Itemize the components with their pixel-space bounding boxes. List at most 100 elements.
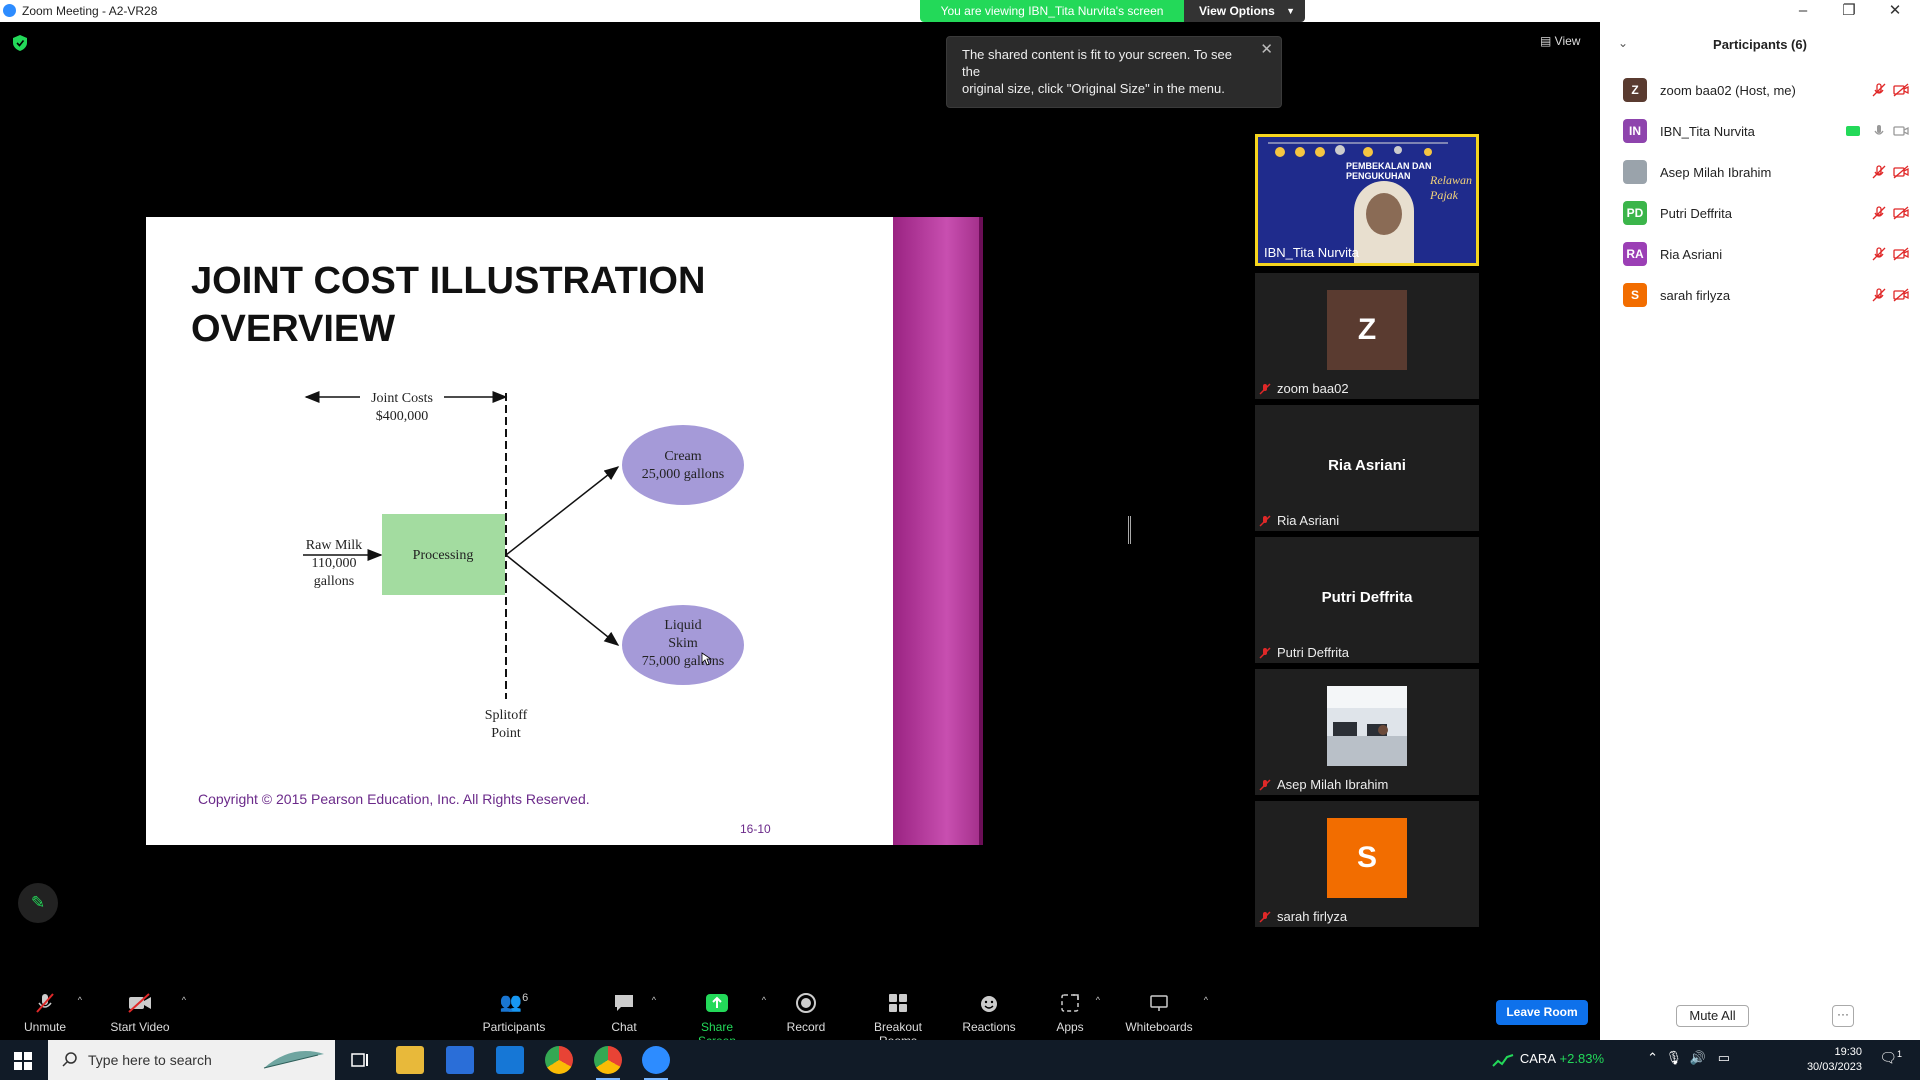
- view-button[interactable]: ▤ View: [1540, 34, 1580, 48]
- joint-costs-amount: $400,000: [376, 409, 429, 424]
- mic-muted-icon: [1259, 911, 1271, 923]
- participant-row[interactable]: Z zoom baa02 (Host, me): [1600, 68, 1920, 109]
- chevron-up-icon[interactable]: ⌃: [1647, 1050, 1658, 1066]
- participant-row[interactable]: S sarah firlyza: [1600, 273, 1920, 314]
- video-off-icon[interactable]: [1892, 246, 1910, 262]
- reactions-button[interactable]: Reactions: [962, 992, 1016, 1034]
- participant-name: Putri Deffrita: [1660, 206, 1733, 221]
- meeting-toolbar: Unmute ^ Start Video ^ 👥6 Participants C…: [0, 980, 1600, 1048]
- start-video-button[interactable]: Start Video ^: [108, 992, 186, 1034]
- video-icon[interactable]: [1892, 123, 1910, 139]
- whiteboards-label: Whiteboards: [1125, 1020, 1193, 1034]
- video-tile-tita[interactable]: PEMBEKALAN DAN PENGUKUHAN Relawan Pajak …: [1255, 134, 1479, 266]
- video-tile-asep[interactable]: Asep Milah Ibrahim: [1255, 669, 1479, 795]
- leave-room-button[interactable]: Leave Room: [1496, 1000, 1588, 1025]
- store-icon[interactable]: [446, 1046, 474, 1074]
- notifications-icon[interactable]: 🗨1: [1879, 1049, 1902, 1067]
- unmute-button[interactable]: Unmute ^: [22, 992, 82, 1034]
- raw-milk-qty: 110,000: [312, 556, 357, 571]
- participant-row[interactable]: IN IBN_Tita Nurvita: [1600, 109, 1920, 150]
- restore-button[interactable]: ❐: [1826, 0, 1872, 22]
- mail-icon[interactable]: [496, 1046, 524, 1074]
- zoom-taskbar-icon[interactable]: [642, 1046, 670, 1080]
- video-face: [1366, 193, 1402, 235]
- caret-up-icon[interactable]: ^: [1204, 995, 1208, 1005]
- stock-name[interactable]: CARA: [1520, 1051, 1556, 1066]
- record-button[interactable]: Record: [786, 992, 826, 1034]
- video-tile-ria[interactable]: Ria Asriani Ria Asriani: [1255, 405, 1479, 531]
- mic-muted-icon: [1259, 515, 1271, 527]
- video-tile-zoom-baa02[interactable]: Z zoom baa02: [1255, 273, 1479, 399]
- chrome-profile-icon[interactable]: [594, 1046, 622, 1080]
- mic-icon[interactable]: [1871, 123, 1887, 139]
- volume-icon[interactable]: 🔊: [1690, 1050, 1706, 1066]
- mic-muted-icon[interactable]: [1871, 246, 1887, 262]
- participants-title: Participants (6): [1713, 37, 1807, 52]
- screen-share-icon: [1846, 126, 1860, 136]
- mic-muted-icon: [36, 993, 54, 1013]
- participant-row[interactable]: RA Ria Asriani: [1600, 232, 1920, 273]
- caret-up-icon[interactable]: ^: [78, 995, 82, 1005]
- shield-icon[interactable]: [13, 35, 27, 51]
- view-banner: You are viewing IBN_Tita Nurvita's scree…: [920, 0, 1305, 22]
- annotate-pencil-icon[interactable]: ✎: [18, 883, 58, 923]
- mic-muted-icon[interactable]: [1871, 287, 1887, 303]
- whiteboards-button[interactable]: Whiteboards ^: [1124, 992, 1208, 1034]
- tile-banner-script: Relawan Pajak: [1430, 173, 1472, 202]
- video-off-icon[interactable]: [1892, 205, 1910, 221]
- mic-muted-icon[interactable]: [1871, 82, 1887, 98]
- chrome-icon[interactable]: [545, 1046, 573, 1074]
- caret-up-icon[interactable]: ^: [1096, 995, 1100, 1005]
- mic-muted-icon[interactable]: [1871, 205, 1887, 221]
- slide-copyright: Copyright © 2015 Pearson Education, Inc.…: [198, 791, 590, 807]
- participant-name: IBN_Tita Nurvita: [1660, 124, 1755, 139]
- view-options-button[interactable]: View Options ▼: [1184, 0, 1305, 22]
- participant-name: sarah firlyza: [1660, 288, 1731, 303]
- notification-count: 1: [1896, 1049, 1902, 1059]
- mute-all-button[interactable]: Mute All: [1676, 1005, 1749, 1027]
- participant-row[interactable]: PD Putri Deffrita: [1600, 191, 1920, 232]
- video-tile-putri[interactable]: Putri Deffrita Putri Deffrita: [1255, 537, 1479, 663]
- chat-label: Chat: [611, 1020, 637, 1034]
- network-icon[interactable]: ▭: [1718, 1050, 1730, 1066]
- joint-cost-diagram: Joint Costs $400,000 Raw Milk 110,000 ga…: [303, 391, 744, 741]
- search-placeholder: Type here to search: [88, 1052, 212, 1068]
- avatar: S: [1327, 818, 1407, 898]
- microphone-icon[interactable]: 🎙: [1665, 1050, 1682, 1066]
- participants-label: Participants: [482, 1020, 546, 1034]
- splitter-handle[interactable]: [1128, 516, 1131, 544]
- video-off-icon[interactable]: [1892, 164, 1910, 180]
- video-tile-sarah[interactable]: S sarah firlyza: [1255, 801, 1479, 927]
- caret-up-icon[interactable]: ^: [182, 995, 186, 1005]
- clock-date: 30/03/2023: [1806, 1061, 1862, 1073]
- chat-button[interactable]: Chat ^: [606, 992, 656, 1034]
- more-options-button[interactable]: ···: [1832, 1005, 1854, 1027]
- record-icon: [796, 993, 816, 1013]
- close-window-button[interactable]: ✕: [1872, 0, 1918, 22]
- caret-up-icon[interactable]: ^: [652, 995, 656, 1005]
- windows-start-icon[interactable]: [14, 1052, 32, 1070]
- stock-change: +2.83%: [1559, 1051, 1604, 1066]
- tooltip-text-line1: The shared content is fit to your screen…: [962, 47, 1233, 79]
- video-off-icon[interactable]: [1892, 82, 1910, 98]
- task-view-icon[interactable]: [346, 1046, 374, 1074]
- caret-up-icon[interactable]: ^: [762, 995, 766, 1005]
- minimize-button[interactable]: –: [1780, 0, 1826, 22]
- participant-row[interactable]: Asep Milah Ibrahim: [1600, 150, 1920, 191]
- apps-button[interactable]: Apps ^: [1054, 992, 1100, 1034]
- file-explorer-icon[interactable]: [396, 1046, 424, 1074]
- record-label: Record: [786, 1020, 826, 1034]
- participants-button[interactable]: 👥6 Participants: [480, 992, 548, 1034]
- mic-muted-icon[interactable]: [1871, 164, 1887, 180]
- slide-page-number: 16-10: [740, 822, 771, 836]
- avatar: S: [1623, 283, 1647, 307]
- decorative-banner-icon: [1268, 142, 1448, 157]
- chat-icon: [615, 995, 633, 1011]
- system-clock[interactable]: 19:30 30/03/2023: [1807, 1045, 1862, 1075]
- participants-count: 6: [522, 992, 529, 1004]
- video-off-icon[interactable]: [1892, 287, 1910, 303]
- liquid-label: Liquid: [664, 618, 701, 633]
- close-icon[interactable]: ✕: [1260, 41, 1273, 58]
- taskbar-search[interactable]: Type here to search: [48, 1040, 335, 1080]
- joint-costs-label: Joint Costs: [371, 391, 433, 406]
